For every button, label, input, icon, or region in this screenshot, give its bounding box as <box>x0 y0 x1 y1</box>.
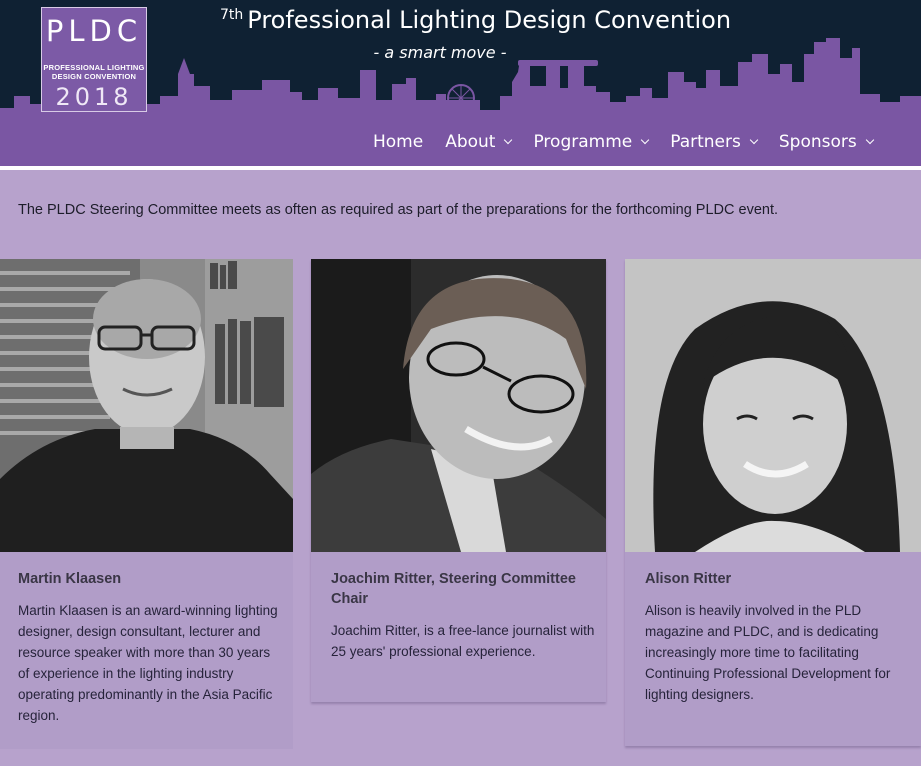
nav-label: Home <box>373 132 424 152</box>
nav-sponsors[interactable]: Sponsors <box>768 132 884 152</box>
intro-text: The PLDC Steering Committee meets as oft… <box>18 202 779 218</box>
chevron-down-icon <box>749 135 759 144</box>
member-card: Joachim Ritter, Steering Committee Chair… <box>311 259 606 702</box>
logo-line-2: DESIGN CONVENTION <box>51 72 137 81</box>
member-bio: Alison is heavily involved in the PLD ma… <box>645 603 891 702</box>
logo-year: 2018 <box>55 83 133 111</box>
logo-letters: PLDC <box>45 14 143 48</box>
nav-label: Programme <box>533 132 633 152</box>
nav-label: Sponsors <box>778 132 857 152</box>
member-photo <box>625 259 921 552</box>
nav-programme[interactable]: Programme <box>522 132 659 152</box>
title-ordinal: 7th <box>220 7 244 23</box>
member-photo <box>0 259 293 552</box>
member-bio: Martin Klaasen is an award-winning light… <box>18 603 278 723</box>
member-card: Alison Ritter Alison is heavily involved… <box>625 259 921 746</box>
nav-home[interactable]: Home <box>362 132 434 152</box>
pldc-logo[interactable]: PLDC PROFESSIONAL LIGHTING DESIGN CONVEN… <box>41 7 147 112</box>
member-name: Joachim Ritter, Steering Committee Chair <box>331 571 576 607</box>
member-card: Martin Klaasen Martin Klaasen is an awar… <box>0 259 293 749</box>
header-divider <box>0 166 921 170</box>
member-name: Alison Ritter <box>645 571 732 587</box>
nav-label: About <box>445 132 496 152</box>
title-text: Professional Lighting Design Convention <box>247 6 732 34</box>
logo-line-1: PROFESSIONAL LIGHTING <box>43 63 145 72</box>
member-bio: Joachim Ritter, is a free-lance journali… <box>331 623 595 659</box>
chevron-down-icon <box>865 135 874 144</box>
site-header: PLDC PROFESSIONAL LIGHTING DESIGN CONVEN… <box>0 0 921 166</box>
nav-label: Partners <box>670 132 741 152</box>
tagline: - a smart move - <box>373 43 507 62</box>
nav-partners[interactable]: Partners <box>659 132 768 152</box>
member-photo <box>311 259 606 552</box>
convention-title: 7th Professional Lighting Design Conventi… <box>220 6 731 34</box>
main-nav: Home About Programme Partners Sponsors <box>362 129 884 155</box>
chevron-down-icon <box>640 135 650 144</box>
member-name: Martin Klaasen <box>18 571 122 587</box>
chevron-down-icon <box>504 135 513 144</box>
nav-about[interactable]: About <box>434 132 522 152</box>
